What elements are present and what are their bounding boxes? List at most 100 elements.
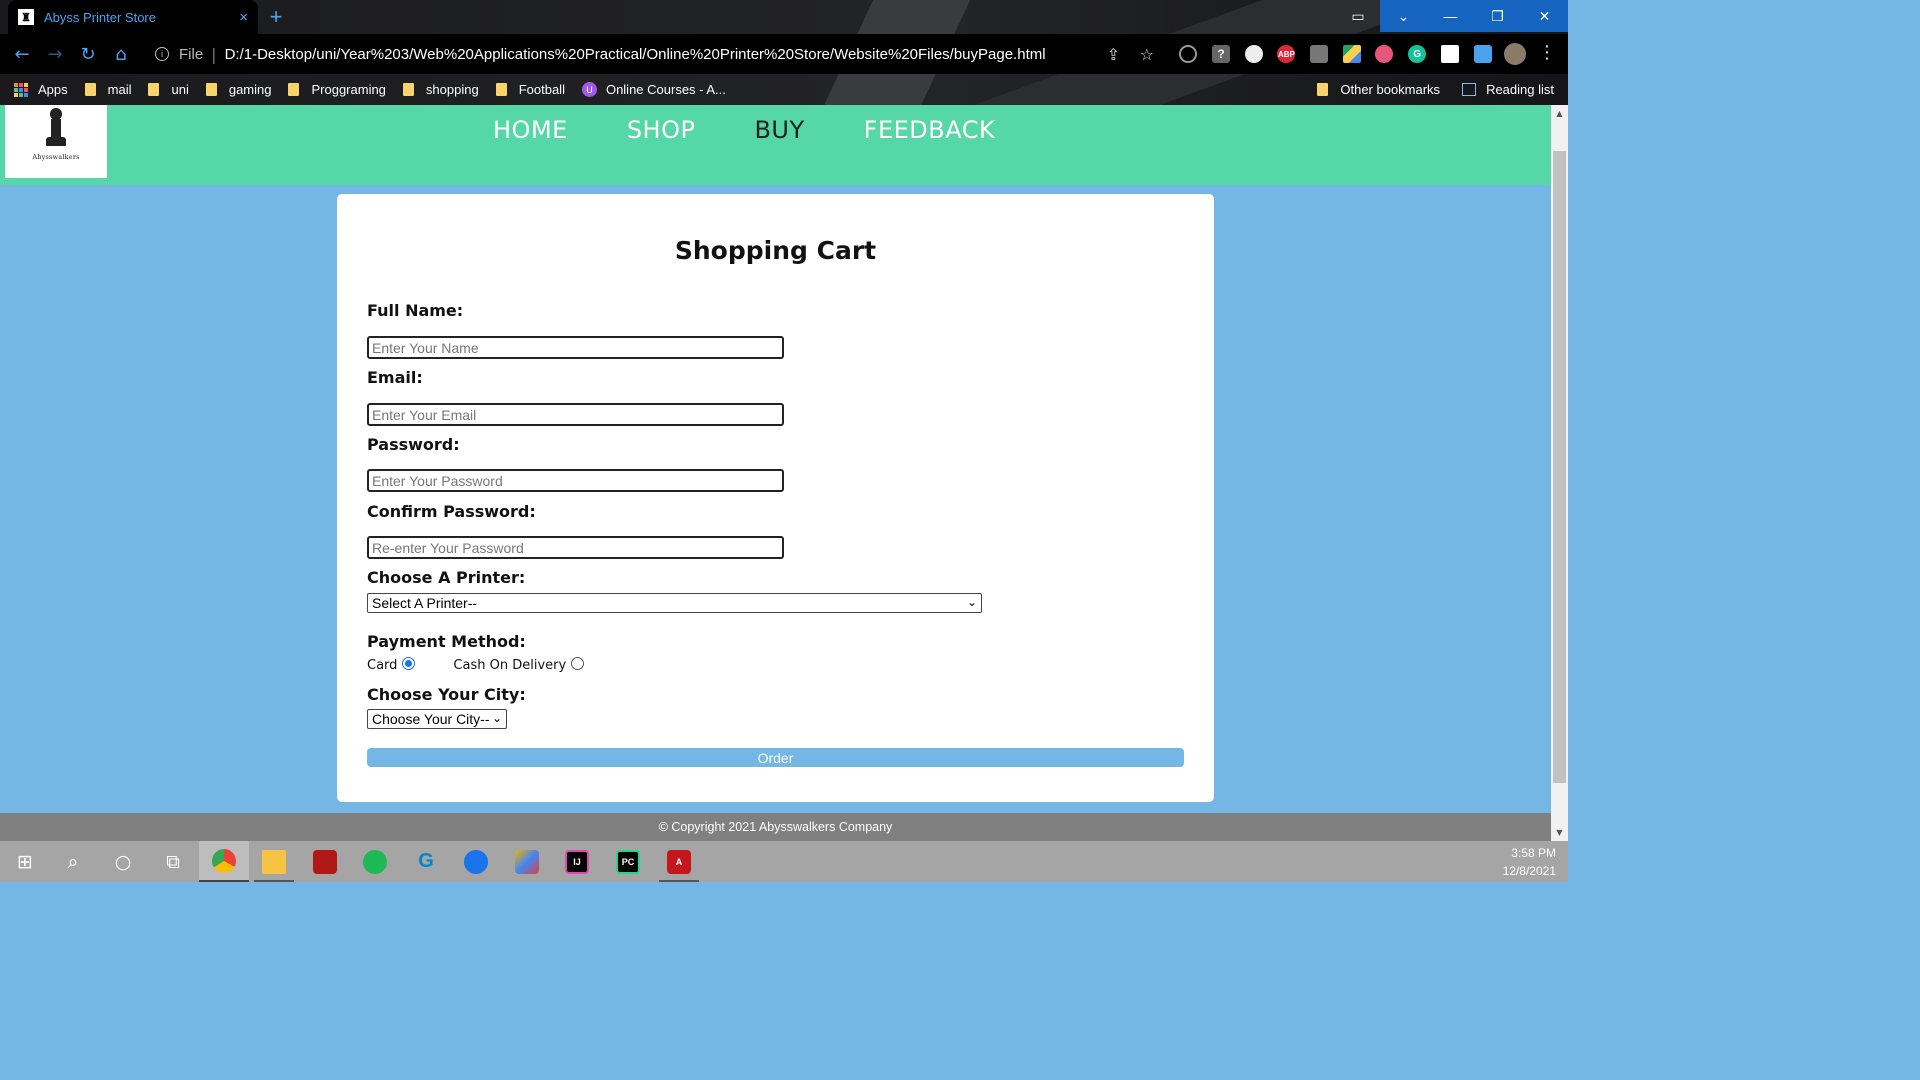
full-name-label: Full Name: [367, 301, 464, 320]
extensions-puzzle-icon[interactable] [1466, 38, 1499, 70]
tab-strip: ♜ Abyss Printer Store × + [0, 0, 1568, 34]
bookmark-online-courses[interactable]: U Online Courses - A... [581, 82, 726, 97]
reload-icon[interactable]: ↻ [72, 38, 104, 70]
gaming-app-icon [313, 849, 337, 874]
confirm-password-label: Confirm Password: [367, 502, 536, 521]
side-panel-icon[interactable]: ▭ [1336, 0, 1380, 32]
window-controls: ▭ ⌄ — ❐ ✕ [1336, 0, 1568, 32]
bookmark-folder-programming[interactable]: Proggraming [288, 82, 386, 97]
close-window-button[interactable]: ✕ [1521, 0, 1568, 32]
taskbar-pycharm[interactable]: PC [603, 841, 653, 882]
payment-cod-radio[interactable] [571, 656, 585, 670]
bookmark-folder-mail[interactable]: mail [84, 82, 132, 97]
clock-time: 3:58 PM [1511, 846, 1556, 860]
adblock-icon[interactable]: ABP [1270, 38, 1303, 70]
drive-icon[interactable] [1335, 38, 1368, 70]
windows-taskbar: ⊞ ⌕ ○ ⧉ G IJ PC A 3:58 PM 12/8/2021 [0, 841, 1568, 882]
taskbar-acrobat[interactable]: A [654, 841, 704, 882]
email-input[interactable] [367, 403, 784, 426]
bookmark-folder-other[interactable]: Other bookmarks [1317, 82, 1440, 97]
back-icon[interactable]: ← [6, 38, 38, 70]
profile-avatar[interactable] [1499, 38, 1532, 70]
share-icon[interactable]: ⇪ [1107, 45, 1120, 64]
scrollbar-thumb[interactable] [1553, 151, 1566, 783]
taskbar-3d-app[interactable] [502, 841, 552, 882]
search-button[interactable]: ⌕ [48, 841, 98, 882]
bookmark-apps[interactable]: Apps [14, 82, 68, 97]
scroll-up-icon[interactable]: ▲ [1551, 105, 1568, 122]
bookmark-folder-football[interactable]: Football [495, 82, 565, 97]
chrome-icon [212, 848, 236, 873]
nav-shop[interactable]: SHOP [627, 116, 696, 144]
intellij-icon: IJ [565, 849, 589, 874]
bookmarks-bar: Apps mail uni gaming Proggraming shoppin… [0, 74, 1568, 105]
url-text[interactable]: D:/1-Desktop/uni/Year%203/Web%20Applicat… [225, 46, 1046, 63]
page-scrollbar[interactable]: ▲ ▼ [1551, 105, 1568, 841]
home-icon[interactable]: ⌂ [105, 38, 137, 70]
browser-tab[interactable]: ♜ Abyss Printer Store × [8, 0, 258, 34]
minimize-button[interactable]: — [1427, 0, 1474, 32]
taskbar-logitech[interactable]: G [401, 841, 451, 882]
logitech-g-icon: G [418, 850, 434, 872]
printer-select[interactable]: Select A Printer-- ⌄ [367, 593, 982, 613]
bookmark-folder-gaming[interactable]: gaming [205, 82, 272, 97]
scroll-down-icon[interactable]: ▼ [1551, 824, 1568, 841]
taskbar-intellij[interactable]: IJ [552, 841, 602, 882]
task-view-button[interactable]: ⧉ [148, 841, 198, 882]
bookmark-folder-uni[interactable]: uni [148, 82, 189, 97]
payment-card-radio[interactable] [402, 656, 416, 670]
extension-icon[interactable] [1368, 38, 1401, 70]
page-viewport: Abysswalkers HOME SHOP BUY FEEDBACK Shop… [0, 105, 1551, 841]
extension-icon[interactable] [1303, 38, 1336, 70]
taskbar-file-explorer[interactable] [249, 841, 299, 882]
restore-button[interactable]: ❐ [1474, 0, 1521, 32]
site-info-icon[interactable]: i [155, 47, 169, 61]
logo-text: Abysswalkers [32, 153, 80, 161]
forward-icon[interactable]: → [39, 38, 71, 70]
task-view-icon: ⧉ [166, 850, 180, 873]
bookmark-label: mail [107, 82, 132, 97]
site-logo[interactable]: Abysswalkers [5, 105, 107, 178]
reading-list-button[interactable]: Reading list [1462, 82, 1554, 97]
bookmark-folder-shopping[interactable]: shopping [402, 82, 479, 97]
taskbar-chrome[interactable] [199, 841, 249, 882]
bookmark-label: uni [171, 82, 189, 97]
bookmark-label: Football [518, 82, 565, 97]
payment-card-label: Card [367, 658, 398, 673]
taskbar-maps[interactable] [451, 841, 501, 882]
url-separator: | [211, 44, 217, 64]
nav-buy[interactable]: BUY [754, 116, 804, 144]
new-tab-button[interactable]: + [264, 4, 288, 30]
password-input[interactable] [367, 469, 784, 492]
grammarly-icon[interactable]: G [1401, 38, 1434, 70]
city-select-value: Choose Your City-- [372, 711, 490, 727]
email-label: Email: [367, 368, 423, 387]
reading-list-icon [1462, 83, 1477, 96]
tab-search-button[interactable]: ⌄ [1380, 0, 1427, 32]
nav-home[interactable]: HOME [493, 116, 568, 144]
windows-start-button[interactable]: ⊞ [0, 841, 50, 882]
cortana-button[interactable]: ○ [98, 841, 148, 882]
full-name-input[interactable] [367, 336, 784, 359]
bookmark-label: gaming [228, 82, 272, 97]
extension-icon[interactable] [1237, 38, 1270, 70]
confirm-password-input[interactable] [367, 536, 784, 559]
udemy-icon: U [581, 82, 597, 97]
acrobat-icon: A [667, 849, 691, 874]
extension-icon[interactable] [1172, 38, 1205, 70]
bookmarks-bar-right: Other bookmarks Reading list [1295, 74, 1554, 105]
system-clock[interactable]: 3:58 PM 12/8/2021 [1503, 844, 1556, 880]
city-select[interactable]: Choose Your City-- ⌄ [367, 709, 507, 729]
taskbar-app-red[interactable] [300, 841, 350, 882]
extension-icon[interactable] [1434, 38, 1467, 70]
browser-menu-icon[interactable]: ⋮ [1538, 42, 1556, 63]
extension-icon[interactable]: ? [1205, 38, 1238, 70]
tab-close-icon[interactable]: × [239, 9, 248, 26]
nav-feedback[interactable]: FEEDBACK [864, 116, 996, 144]
taskbar-spotify[interactable] [350, 841, 400, 882]
order-button[interactable]: Order [367, 748, 1184, 767]
browser-chrome: ♜ Abyss Printer Store × + ▭ ⌄ — ❐ ✕ ← → … [0, 0, 1568, 105]
address-bar[interactable]: i File | D:/1-Desktop/uni/Year%203/Web%2… [146, 39, 1164, 69]
printer-select-value: Select A Printer-- [372, 595, 478, 611]
bookmark-star-icon[interactable]: ☆ [1140, 45, 1154, 64]
